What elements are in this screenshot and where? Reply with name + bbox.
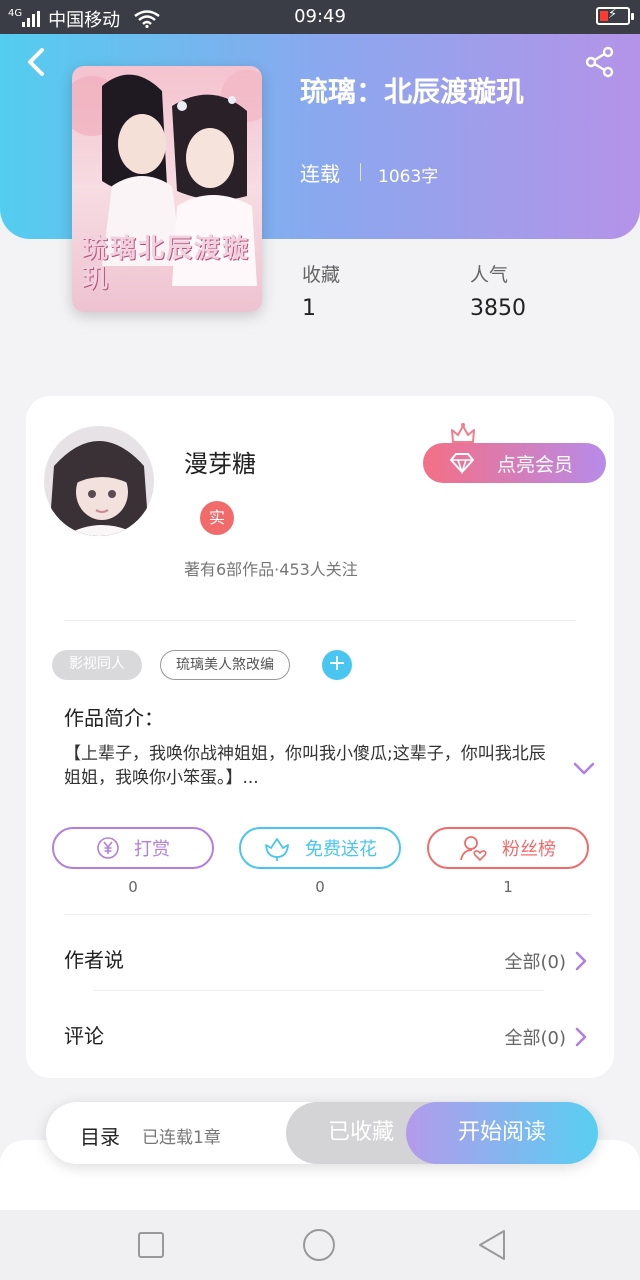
intro-text: 【上辈子，我唤你战神姐姐，你叫我小傻瓜;这辈子，你叫我北辰姐姐，我唤你小笨蛋。】… (64, 744, 546, 788)
favorites-label: 收藏 (302, 264, 341, 286)
author-meta: 著有6部作品·453人关注 (184, 560, 358, 579)
verified-badge: 实 (200, 501, 234, 535)
divider (64, 914, 590, 915)
tip-count: 0 (128, 878, 138, 896)
user-heart-icon (460, 836, 487, 861)
status-bar: 4G 中国移动 09:49 ⚡ (0, 0, 640, 34)
send-flower-button[interactable]: 免费送花 (239, 827, 401, 869)
separator (360, 163, 361, 181)
send-flower-label: 免费送花 (305, 839, 377, 860)
diamond-icon (450, 453, 474, 474)
tip-label: 打赏 (134, 839, 170, 860)
battery-icon: ⚡ (596, 7, 634, 25)
tip-button[interactable]: 打赏 (52, 827, 214, 869)
comments-link[interactable]: 全部(0) (505, 1024, 589, 1050)
comments-label[interactable]: 评论 (64, 1020, 104, 1049)
author-says-link[interactable]: 全部(0) (505, 948, 589, 974)
fan-count: 1 (503, 878, 513, 896)
system-nav-bar (0, 1210, 640, 1280)
back-nav-icon[interactable] (476, 1228, 508, 1262)
share-icon[interactable] (584, 46, 616, 78)
add-tag-button[interactable]: + (322, 650, 352, 680)
author-says-label[interactable]: 作者说 (64, 944, 124, 973)
popularity-value: 3850 (470, 296, 526, 321)
flower-count: 0 (315, 878, 325, 896)
author-name[interactable]: 漫芽糖 (184, 444, 256, 479)
author-says-count: 全部(0) (504, 952, 567, 973)
fan-rank-label: 粉丝榜 (502, 839, 556, 860)
vip-button[interactable]: 点亮会员 (423, 443, 606, 483)
chevron-right-icon (575, 951, 587, 971)
cover-title: 琉璃北辰渡璇玑 (82, 234, 251, 294)
intro-label: 作品简介： (64, 706, 164, 730)
recent-apps-icon[interactable] (137, 1231, 165, 1259)
catalog-status: 已连载1章 (142, 1128, 221, 1148)
fan-rank-button[interactable]: 粉丝榜 (427, 827, 589, 869)
author-avatar[interactable] (44, 426, 154, 536)
serial-status: 连载 (300, 162, 340, 186)
catalog-button[interactable]: 目录 (80, 1121, 120, 1150)
comments-count: 全部(0) (504, 1028, 567, 1049)
tag-item[interactable]: 琉璃美人煞改编 (160, 650, 290, 680)
vip-button-label: 点亮会员 (497, 453, 574, 476)
back-icon[interactable] (22, 44, 54, 80)
book-title: 琉璃：北辰渡璇玑 (300, 75, 525, 108)
clock: 09:49 (294, 6, 346, 27)
popularity-label: 人气 (470, 264, 509, 286)
yen-icon (97, 837, 119, 859)
home-icon[interactable] (302, 1228, 336, 1262)
divider (94, 990, 544, 991)
divider (64, 620, 576, 621)
start-reading-button[interactable]: 开始阅读 (406, 1102, 598, 1164)
word-count: 1063字 (378, 167, 439, 187)
tag-item[interactable]: 影视同人 (52, 650, 142, 680)
book-cover[interactable]: 琉璃北辰渡璇玑 (72, 66, 262, 312)
favorites-value: 1 (302, 296, 316, 321)
flower-icon (265, 838, 289, 861)
chevron-right-icon (575, 1027, 587, 1047)
chevron-down-icon[interactable] (572, 756, 596, 780)
